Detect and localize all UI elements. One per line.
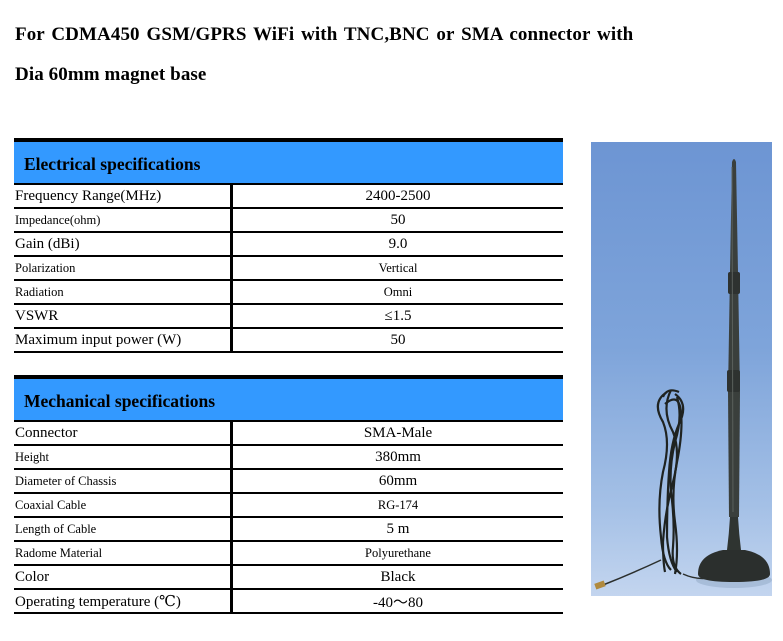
spec-value: 2400-2500 bbox=[365, 187, 431, 204]
spec-label: Frequency Range(MHz) bbox=[14, 185, 233, 207]
spec-label: Radome Material bbox=[14, 542, 233, 564]
section-heading: Electrical specifications bbox=[24, 154, 201, 174]
table-row: Height 380mm bbox=[14, 446, 563, 470]
antenna-product-image bbox=[591, 142, 772, 596]
table-row: Coaxial Cable RG-174 bbox=[14, 494, 563, 518]
table-row: Length of Cable 5 m bbox=[14, 518, 563, 542]
spec-label: Radiation bbox=[14, 281, 233, 303]
spec-label: Operating temperature (℃) bbox=[14, 590, 233, 612]
sma-connector bbox=[594, 580, 606, 590]
spec-label: Diameter of Chassis bbox=[14, 470, 233, 492]
spec-value: 9.0 bbox=[388, 235, 408, 252]
electrical-specifications-table: Electrical specifications Frequency Rang… bbox=[14, 138, 563, 353]
spec-value: 60mm bbox=[378, 472, 418, 489]
spec-value: Vertical bbox=[378, 260, 418, 275]
spec-value: 50 bbox=[390, 331, 406, 348]
spec-value: Omni bbox=[383, 284, 413, 299]
spec-value: SMA-Male bbox=[363, 424, 433, 441]
table-row: Color Black bbox=[14, 566, 563, 590]
magnet-base bbox=[698, 550, 770, 582]
spec-value: 50 bbox=[390, 211, 406, 228]
section-heading: Mechanical specifications bbox=[24, 391, 216, 411]
table-row: Operating temperature (℃) -40～80 bbox=[14, 590, 563, 614]
spec-value: 380mm bbox=[375, 448, 421, 465]
table-row: Diameter of Chassis 60mm bbox=[14, 470, 563, 494]
spec-value: -40～80 bbox=[373, 594, 423, 611]
spec-label: Polarization bbox=[14, 257, 233, 279]
spec-value: Black bbox=[380, 568, 416, 585]
spec-value: 5 m bbox=[386, 520, 410, 537]
whip-ring-upper bbox=[728, 272, 740, 294]
table-row: Radiation Omni bbox=[14, 281, 563, 305]
table-row: VSWR ≤1.5 bbox=[14, 305, 563, 329]
base-neck bbox=[727, 517, 741, 550]
spec-label: Height bbox=[14, 446, 233, 468]
whip-ring-lower bbox=[727, 370, 740, 392]
spec-label: Impedance(ohm) bbox=[14, 209, 233, 231]
table-row: Maximum input power (W) 50 bbox=[14, 329, 563, 353]
antenna-whip bbox=[728, 159, 740, 517]
product-title-line-1: For CDMA450 GSM/GPRS WiFi with TNC,BNC o… bbox=[15, 24, 634, 45]
mechanical-specifications-header: Mechanical specifications bbox=[14, 375, 563, 422]
spec-label: Color bbox=[14, 566, 233, 588]
cable-lead-to-connector bbox=[602, 559, 662, 586]
table-row: Polarization Vertical bbox=[14, 257, 563, 281]
spec-label: VSWR bbox=[14, 305, 233, 327]
spec-value: ≤1.5 bbox=[384, 307, 412, 324]
spec-label: Gain (dBi) bbox=[14, 233, 233, 255]
table-row: Impedance(ohm) 50 bbox=[14, 209, 563, 233]
spec-label: Connector bbox=[14, 422, 233, 444]
table-row: Connector SMA-Male bbox=[14, 422, 563, 446]
table-row: Gain (dBi) 9.0 bbox=[14, 233, 563, 257]
spec-label: Coaxial Cable bbox=[14, 494, 233, 516]
spec-label: Length of Cable bbox=[14, 518, 233, 540]
spec-value: RG-174 bbox=[377, 497, 419, 512]
table-row: Radome Material Polyurethane bbox=[14, 542, 563, 566]
electrical-specifications-header: Electrical specifications bbox=[14, 138, 563, 185]
spec-label: Maximum input power (W) bbox=[14, 329, 233, 351]
spec-value: Polyurethane bbox=[365, 545, 431, 560]
mechanical-specifications-table: Mechanical specifications Connector SMA-M… bbox=[14, 375, 563, 614]
coiled-cable bbox=[656, 389, 685, 575]
antenna-illustration bbox=[594, 159, 772, 590]
product-title-line-2: Dia 60mm magnet base bbox=[15, 64, 207, 85]
table-row: Frequency Range(MHz) 2400-2500 bbox=[14, 185, 563, 209]
